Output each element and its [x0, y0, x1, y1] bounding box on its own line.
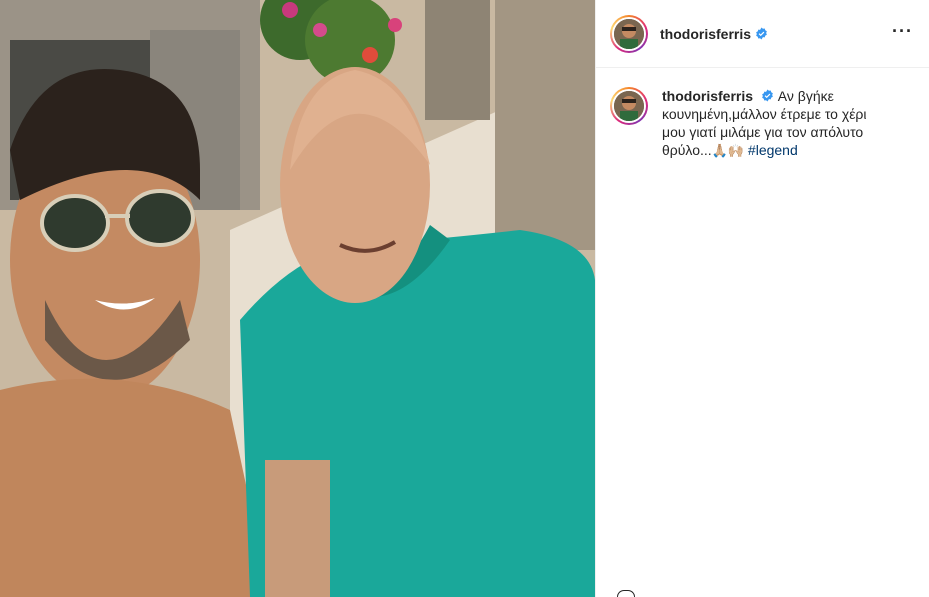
post-photo[interactable]: [0, 0, 595, 597]
caption: thodorisferris Αν βγήκε κουνημένη,μάλλον…: [596, 68, 929, 161]
caption-text: thodorisferris Αν βγήκε κουνημένη,μάλλον…: [662, 87, 892, 161]
more-options-icon[interactable]: ···: [892, 22, 913, 40]
partial-icon: [617, 590, 635, 597]
avatar-image: [614, 18, 644, 49]
post-header: thodorisferris ···: [596, 0, 929, 68]
caption-emojis: 🙏🏼🙌🏼: [711, 144, 745, 159]
post-username[interactable]: thodorisferris: [660, 26, 751, 42]
caption-avatar-image: [614, 91, 644, 121]
post-side-panel: thodorisferris ··· thodorisferris Αν βγή…: [595, 0, 929, 597]
avatar[interactable]: [610, 14, 648, 53]
verified-badge-icon: [756, 27, 767, 40]
caption-verified-badge-icon: [762, 89, 773, 102]
caption-username[interactable]: thodorisferris: [662, 88, 753, 104]
hashtag-link[interactable]: #legend: [748, 142, 798, 158]
caption-avatar[interactable]: [610, 87, 648, 125]
photo-illustration: [0, 0, 595, 597]
